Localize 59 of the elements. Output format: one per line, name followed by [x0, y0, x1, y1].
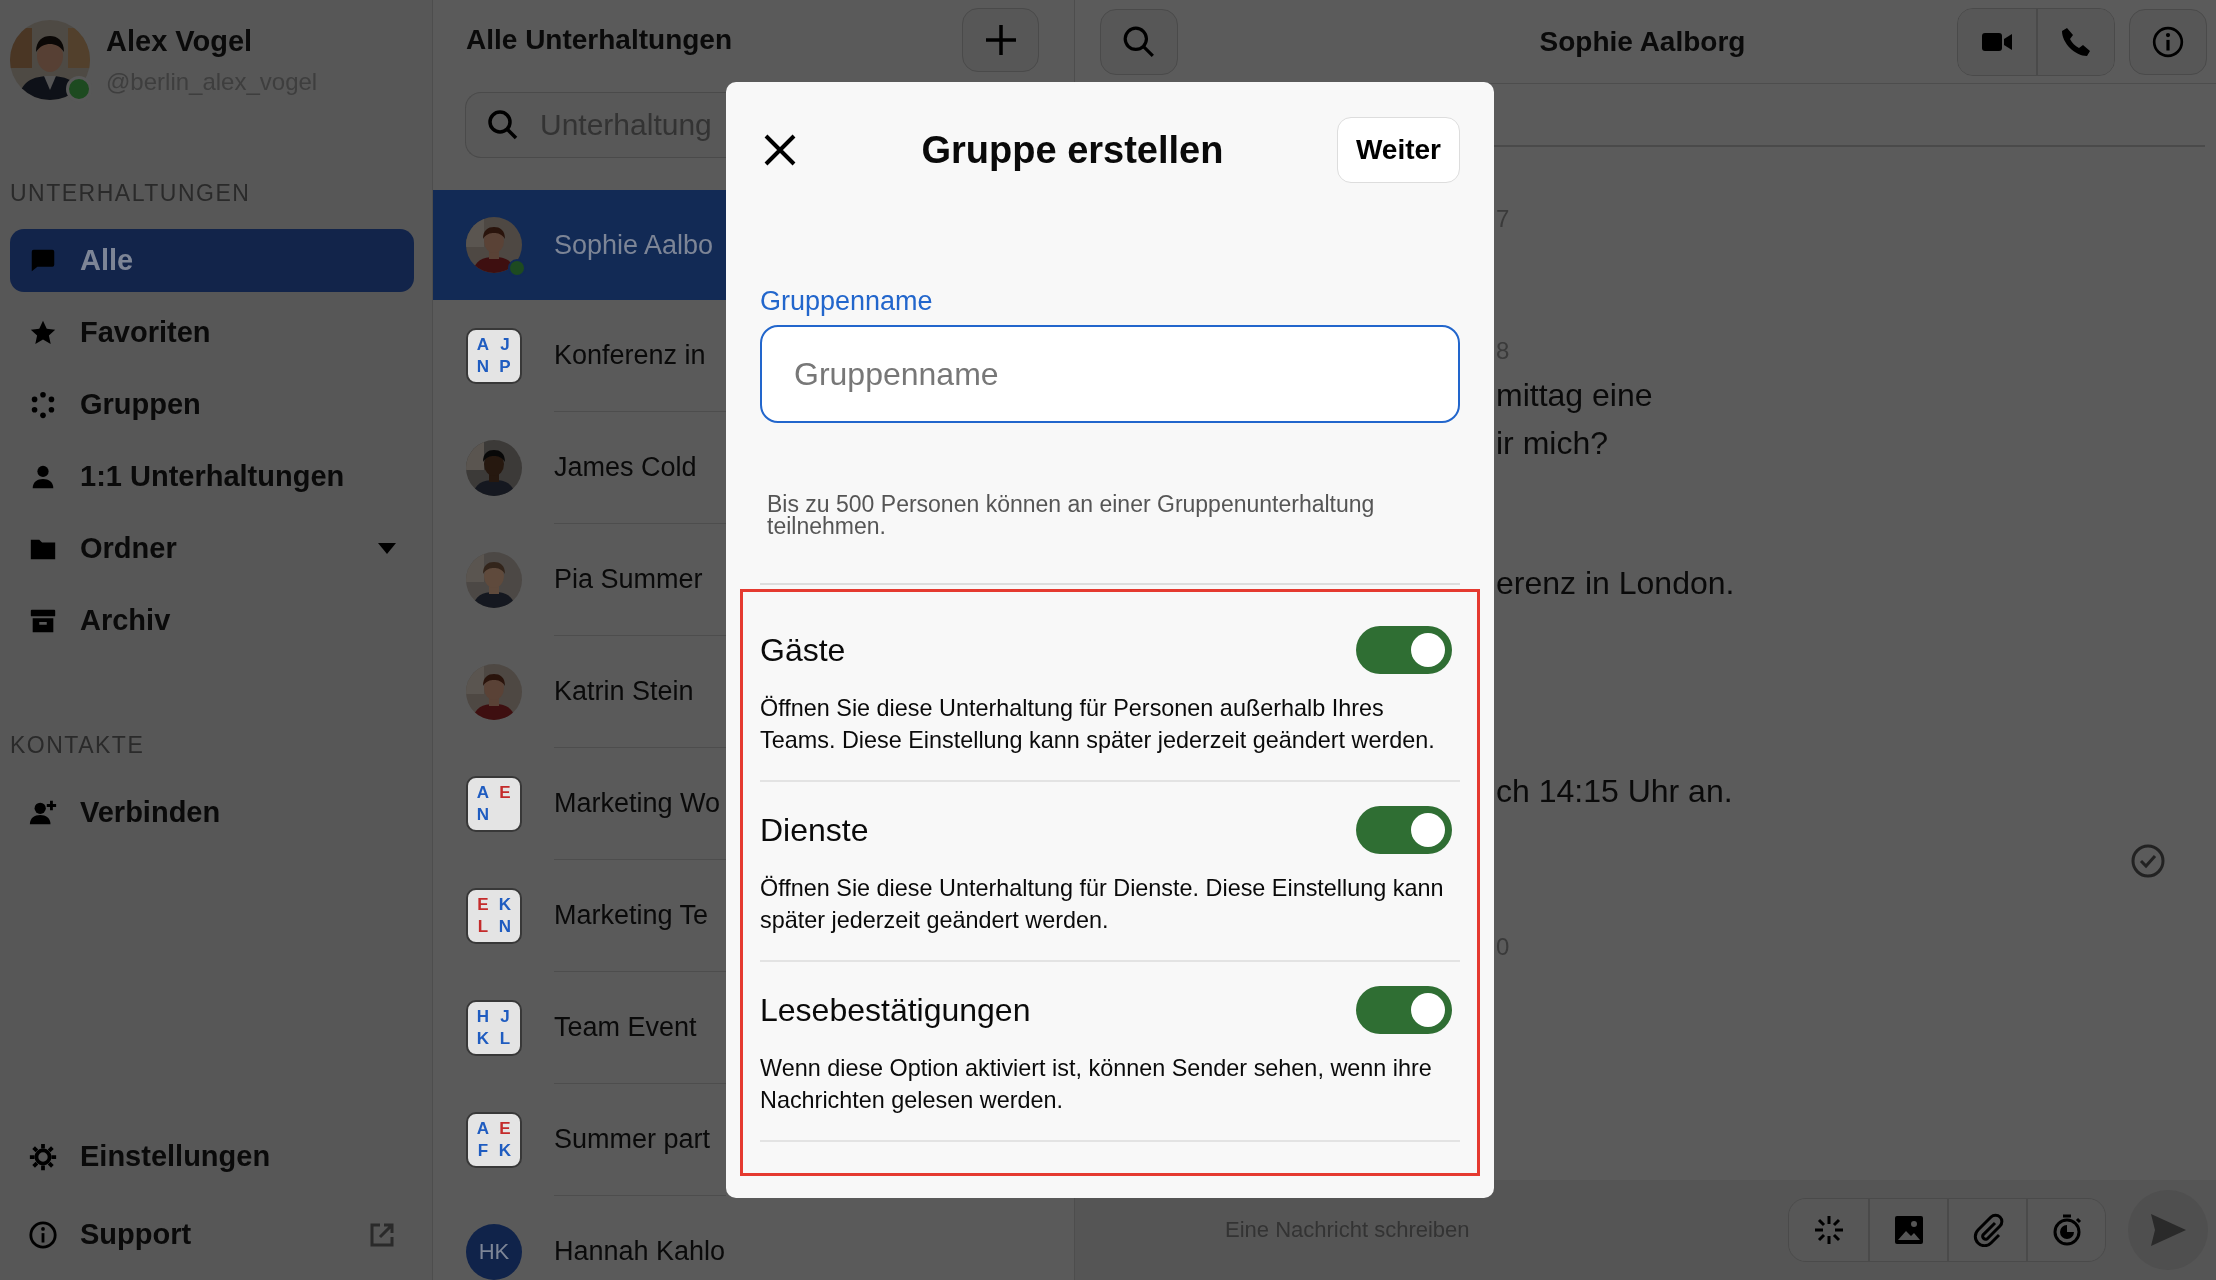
conversation-item[interactable]: A E F K Summer part: [433, 1084, 726, 1196]
sidebar-item[interactable]: Archiv: [10, 589, 414, 652]
sidebar-item[interactable]: Einstellungen: [10, 1125, 414, 1188]
toggle-switch[interactable]: [1356, 806, 1452, 854]
info-button[interactable]: [2129, 8, 2207, 75]
toggle-switch[interactable]: [1356, 626, 1452, 674]
group-name-field[interactable]: Gruppenname: [760, 325, 1460, 423]
conversation-item[interactable]: James Cold: [433, 412, 726, 524]
phone-button[interactable]: [2036, 8, 2114, 75]
new-conversation-button[interactable]: [962, 8, 1039, 72]
chat-title: Sophie Aalborg: [1538, 25, 1747, 58]
info-icon: [2151, 24, 2185, 59]
sidebar-item[interactable]: Verbinden: [10, 781, 414, 844]
toggle-switch[interactable]: [1356, 986, 1452, 1034]
group-avatar: A E N: [466, 776, 522, 832]
sidebar-item[interactable]: Favoriten: [10, 301, 414, 364]
conversation-item[interactable]: A E N Marketing Wo: [433, 748, 726, 860]
info-icon: [28, 1219, 58, 1250]
message-text: ir mich?: [1496, 424, 1609, 463]
field-label: Gruppenname: [760, 286, 934, 317]
sidebar-item[interactable]: Support: [10, 1203, 414, 1266]
settings-icon: [28, 1141, 58, 1172]
option-description: Wenn diese Option aktiviert ist, können Sender sehen, wenn ihre Nachrichten gelesen werden.: [760, 1054, 1433, 1115]
option-description: Öffnen Sie diese Unterhaltung für Personen außerhalb Ihres Teams. Diese Einstellung kann später jederzeit geändert werden.: [760, 694, 1436, 755]
option-description: Öffnen Sie diese Unterhaltung für Dienste. Diese Einstellung kann später jederzeit geändert werden.: [760, 874, 1445, 935]
group-avatar: H J K L: [466, 1000, 522, 1056]
sidebar-item[interactable]: Alle: [10, 229, 414, 292]
sidebar-item[interactable]: Gruppen: [10, 373, 414, 436]
message-text: mittag eine: [1496, 376, 1654, 415]
search-icon: [1122, 24, 1156, 59]
conversation-item[interactable]: H J K L Team Event: [433, 972, 726, 1084]
group-avatar: A J N P: [466, 328, 522, 384]
close-button[interactable]: [762, 132, 798, 168]
message-text: ch 14:15 Uhr an.: [1496, 772, 1734, 811]
conversation-item[interactable]: Sophie Aalbo: [433, 190, 726, 300]
hint-text: Bis zu 500 Personen können an einer Gruppenunterhaltung teilnehmen.: [767, 493, 1376, 537]
group-avatar: A E F K: [466, 1112, 522, 1168]
user-name: Alex Vogel: [106, 24, 254, 58]
sidebar-item[interactable]: 1:1 Unterhaltungen: [10, 445, 414, 508]
next-button[interactable]: Weiter: [1336, 117, 1460, 183]
close-icon: [762, 132, 798, 168]
conversation-item[interactable]: A J N P Konferenz in: [433, 300, 726, 412]
message-text: erenz in London.: [1496, 564, 1736, 603]
initials-avatar: HK: [466, 1224, 522, 1280]
list-title: Alle Unterhaltungen: [466, 24, 732, 56]
conversation-item[interactable]: HK Hannah Kahlo: [433, 1196, 726, 1280]
caret-icon: [378, 542, 396, 555]
conversation-item[interactable]: Pia Summer: [433, 524, 726, 636]
option-title: Lesebestätigungen: [760, 991, 1031, 1029]
option-title: Dienste: [760, 811, 869, 849]
sidebar-item[interactable]: Ordner: [10, 517, 414, 580]
option-title: Gäste: [760, 631, 846, 669]
group-avatar: E K L N: [466, 888, 522, 944]
video-call-button[interactable]: [1958, 8, 2036, 75]
search-icon: [487, 109, 519, 141]
conversation-item[interactable]: Katrin Stein: [433, 636, 726, 748]
search-button[interactable]: [1100, 8, 1178, 75]
conversation-item[interactable]: E K L N Marketing Te: [433, 860, 726, 972]
dialog-title: Gruppe erstellen: [920, 128, 1225, 172]
